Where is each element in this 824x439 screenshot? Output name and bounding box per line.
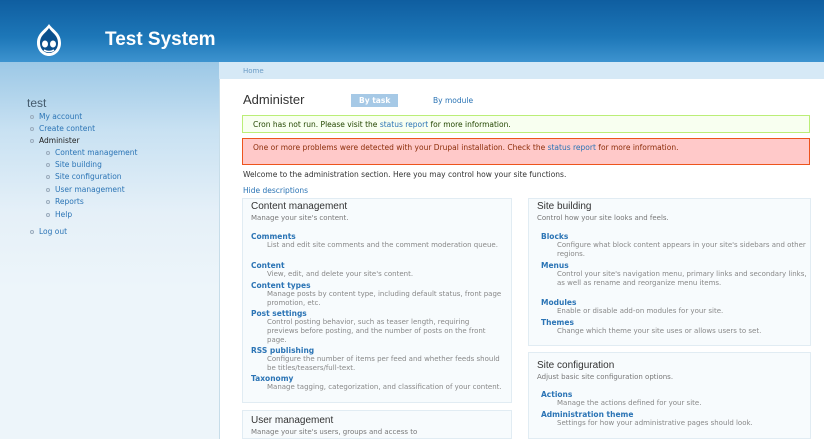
- admin-link-comments[interactable]: Comments: [251, 232, 296, 241]
- admin-link-description: Manage posts by content type, including …: [267, 290, 502, 307]
- tab-by-module[interactable]: By module: [425, 94, 481, 107]
- breadcrumb[interactable]: Home: [243, 67, 264, 75]
- sidebar-item-reports[interactable]: Reports: [46, 197, 84, 206]
- panel-description: Manage your site's content.: [251, 214, 349, 222]
- admin-link-description: Change which theme your site uses or all…: [557, 327, 762, 335]
- admin-link-description: Manage tagging, categorization, and clas…: [267, 383, 502, 391]
- admin-link-administration-theme[interactable]: Administration theme: [541, 410, 633, 419]
- bullet-icon: [46, 175, 50, 179]
- admin-link-blocks[interactable]: Blocks: [541, 232, 568, 241]
- breadcrumb-bar: [219, 62, 824, 79]
- bullet-icon: [46, 188, 50, 192]
- panel-title: Site building: [537, 201, 592, 212]
- panel-description: Adjust basic site configuration options.: [537, 373, 674, 381]
- admin-link-description: View, edit, and delete your site's conte…: [267, 270, 414, 278]
- bullet-icon: [30, 127, 34, 131]
- admin-link-actions[interactable]: Actions: [541, 390, 572, 399]
- hide-descriptions-link[interactable]: Hide descriptions: [243, 186, 308, 195]
- bullet-icon: [30, 139, 34, 143]
- admin-link-description: Control your site's navigation menu, pri…: [557, 270, 807, 287]
- admin-link-content-types[interactable]: Content types: [251, 281, 311, 290]
- panel-title: Site configuration: [537, 360, 615, 371]
- admin-link-modules[interactable]: Modules: [541, 298, 576, 307]
- admin-link-description: Control posting behavior, such as teaser…: [267, 318, 486, 344]
- sidebar-item-site-building[interactable]: Site building: [46, 160, 102, 169]
- panel-description: Manage your site's users, groups and acc…: [251, 428, 418, 436]
- sidebar-item-log-out[interactable]: Log out: [30, 227, 67, 236]
- bullet-icon: [46, 151, 50, 155]
- sidebar-item-help[interactable]: Help: [46, 210, 72, 219]
- admin-link-description: Configure the number of items per feed a…: [267, 355, 500, 372]
- sidebar-item-content-management[interactable]: Content management: [46, 148, 137, 157]
- sidebar-item-my-account[interactable]: My account: [30, 112, 82, 121]
- status-message: Cron has not run. Please visit the statu…: [242, 115, 810, 133]
- sidebar-item-site-configuration[interactable]: Site configuration: [46, 172, 122, 181]
- panel-description: Control how your site looks and feels.: [537, 214, 669, 222]
- admin-link-content[interactable]: Content: [251, 261, 285, 270]
- panel-title: Content management: [251, 201, 348, 212]
- admin-link-description: Enable or disable add-on modules for you…: [557, 307, 724, 315]
- panel-title: User management: [251, 415, 334, 426]
- admin-link-rss-publishing[interactable]: RSS publishing: [251, 346, 314, 355]
- page-title: Administer: [243, 92, 305, 107]
- bullet-icon: [30, 115, 34, 119]
- drupal-logo-icon[interactable]: [31, 22, 67, 58]
- site-name[interactable]: Test System: [105, 29, 216, 51]
- sidebar-item-administer[interactable]: Administer: [30, 136, 80, 145]
- sidebar-user-name: test: [27, 96, 47, 110]
- admin-link-themes[interactable]: Themes: [541, 318, 574, 327]
- sidebar-item-user-management[interactable]: User management: [46, 185, 125, 194]
- admin-link-menus[interactable]: Menus: [541, 261, 569, 270]
- admin-link-description: Manage the actions defined for your site…: [557, 399, 702, 407]
- bullet-icon: [30, 230, 34, 234]
- error-message: One or more problems were detected with …: [242, 138, 810, 165]
- admin-link-description: Settings for how your administrative pag…: [557, 419, 753, 427]
- admin-link-post-settings[interactable]: Post settings: [251, 309, 307, 318]
- sidebar-item-create-content[interactable]: Create content: [30, 124, 95, 133]
- status-report-link[interactable]: status report: [548, 143, 596, 152]
- bullet-icon: [46, 200, 50, 204]
- bullet-icon: [46, 163, 50, 167]
- admin-link-description: Configure what block content appears in …: [557, 241, 806, 258]
- admin-link-description: List and edit site comments and the comm…: [267, 241, 498, 249]
- welcome-text: Welcome to the administration section. H…: [243, 170, 567, 179]
- tab-by-task[interactable]: By task: [351, 94, 399, 107]
- status-report-link[interactable]: status report: [380, 120, 428, 129]
- admin-link-taxonomy[interactable]: Taxonomy: [251, 374, 293, 383]
- bullet-icon: [46, 213, 50, 217]
